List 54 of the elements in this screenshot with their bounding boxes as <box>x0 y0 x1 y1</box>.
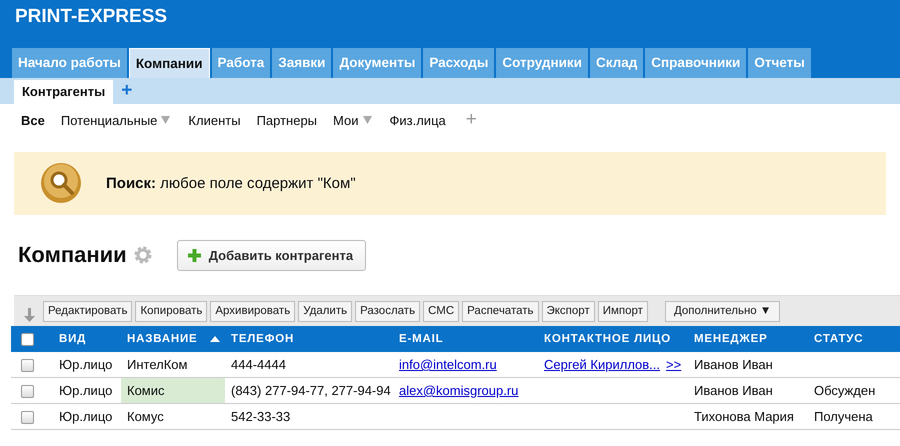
table-cell: Комис <box>127 383 165 398</box>
toolbar-button[interactable]: Экспорт <box>542 300 595 322</box>
column-header[interactable]: ТЕЛЕФОН <box>231 333 294 345</box>
row-checkbox[interactable] <box>21 411 34 424</box>
email-link[interactable]: alex@komisgroup.ru <box>399 383 518 398</box>
toolbar-button[interactable]: Архивировать <box>210 300 296 322</box>
table-cell: 542-33-33 <box>231 409 290 424</box>
table-cell: Юр.лицо <box>59 409 112 424</box>
table-cell: ИнтелКом <box>127 357 188 372</box>
add-counterparty-button[interactable]: Добавить контрагента <box>176 240 366 270</box>
toolbar-button[interactable]: Разослать <box>355 300 420 322</box>
filter-link[interactable]: Партнеры <box>256 112 318 128</box>
more-link[interactable]: >> <box>666 357 682 372</box>
table-cell: (843) 277-94-77, 277-94-94 <box>231 383 391 398</box>
toolbar-button[interactable]: Импорт <box>598 300 648 322</box>
more-button[interactable]: Дополнительно ▼ <box>664 300 780 322</box>
table-cell: Юр.лицо <box>59 383 112 398</box>
sub-tab[interactable]: Контрагенты <box>14 80 114 104</box>
search-icon <box>39 162 83 206</box>
toolbar-button[interactable]: Редактировать <box>43 300 132 322</box>
filter-link[interactable]: Мои <box>333 112 358 128</box>
table-cell: Комус <box>127 409 164 424</box>
email-link[interactable]: info@intelcom.ru <box>399 357 497 372</box>
table-cell: Иванов Иван <box>694 357 773 372</box>
dropdown-icon[interactable] <box>161 116 170 124</box>
select-all-checkbox[interactable] <box>21 332 34 346</box>
sort-ascending-icon[interactable] <box>210 336 220 342</box>
contact-link[interactable]: Сергей Кириллов... <box>544 357 660 372</box>
arrow-down-icon <box>24 308 36 322</box>
plus-icon <box>188 248 201 262</box>
toolbar-button[interactable]: Копировать <box>135 300 208 322</box>
table-cell: Тихонова Мария <box>694 409 794 424</box>
table-cell: Иванов Иван <box>694 383 773 398</box>
table-cell: Обсужден <box>814 383 876 398</box>
row-checkbox[interactable] <box>21 385 34 398</box>
settings-icon[interactable] <box>132 245 153 265</box>
nav-tab[interactable]: Компании <box>128 48 210 78</box>
filter-link[interactable]: Клиенты <box>188 112 241 128</box>
table-cell: Юр.лицо <box>59 357 112 372</box>
toolbar-button[interactable]: Распечатать <box>462 300 538 322</box>
column-header[interactable]: ВИД <box>59 333 86 345</box>
filter-link[interactable]: Все <box>21 112 45 128</box>
app-title: PRINT-EXPRESS <box>15 5 168 29</box>
dropdown-icon[interactable] <box>362 116 372 124</box>
column-header[interactable]: E-MAIL <box>399 333 444 345</box>
search-summary: Поиск: любое поле содержит "Ком" <box>106 175 356 192</box>
filter-link[interactable]: Физ.лица <box>390 112 446 128</box>
page-heading: Компании <box>18 242 127 268</box>
toolbar-button[interactable]: СМС <box>423 300 460 322</box>
table-cell: 444-4444 <box>231 357 286 372</box>
row-checkbox[interactable] <box>21 359 34 372</box>
filter-link[interactable]: Потенциальные <box>60 112 158 128</box>
table-cell: Получена <box>814 409 873 424</box>
toolbar-button[interactable]: Удалить <box>298 300 352 322</box>
